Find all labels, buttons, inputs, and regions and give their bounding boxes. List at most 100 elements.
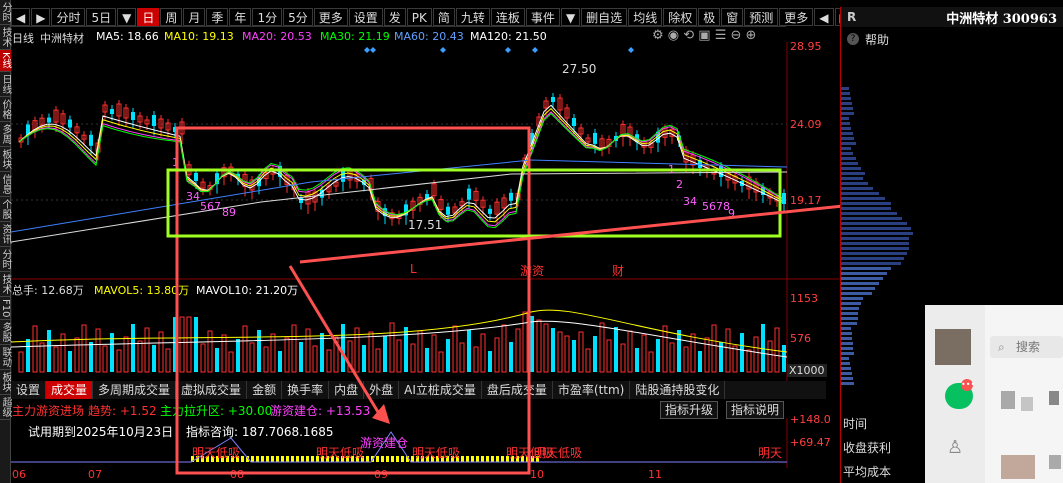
toolbar-right-item-3[interactable]: 九转: [455, 7, 490, 26]
volume-bar-down: [131, 324, 135, 372]
left-tab-11[interactable]: 技术: [0, 272, 11, 297]
indicator-tab-9[interactable]: 盘后成交量: [482, 381, 553, 399]
volume-bar-up: [683, 346, 689, 373]
toolbar-left-item-2[interactable]: 分时: [51, 7, 86, 26]
toolbar-left-item-3[interactable]: 5日: [86, 7, 117, 26]
left-tab-10[interactable]: 分时: [0, 247, 11, 272]
indicator-tab-0[interactable]: 设置: [11, 381, 47, 399]
indicator-tab-3[interactable]: 虚拟成交量: [176, 381, 248, 399]
indicator-explain-button[interactable]: 指标说明: [726, 401, 785, 419]
volume-bar-down: [698, 351, 702, 372]
toolbar-left-item-1[interactable]: ▶: [31, 7, 51, 26]
left-tab-5[interactable]: 多周: [0, 122, 11, 147]
indicator-upgrade-button[interactable]: 指标升级: [660, 401, 719, 419]
left-tab-3[interactable]: 日线: [0, 72, 11, 97]
volume-bar-up: [200, 343, 206, 373]
toolbar-left-item-7[interactable]: 月: [183, 7, 206, 26]
volume-bar-up: [690, 333, 696, 373]
left-tab-14[interactable]: 联动: [0, 345, 11, 371]
toolbar-right-item-6[interactable]: ▼: [560, 7, 581, 26]
left-tab-16[interactable]: 超级: [0, 395, 11, 421]
toolbar-right-item-12[interactable]: 预测: [744, 7, 779, 26]
toolbar-right-item-0[interactable]: 发: [383, 7, 406, 26]
volume-bar-down: [593, 336, 597, 372]
toolbar-left-item-9[interactable]: 年: [229, 7, 252, 26]
volume-bar-up: [221, 334, 227, 373]
volume-profile-bar: [841, 237, 909, 240]
toolbar-right-item-7[interactable]: 删自选: [581, 7, 628, 26]
volume-bar-up: [438, 351, 444, 373]
volume-profile-bar: [841, 322, 857, 325]
toolbar-left-item-10[interactable]: 1分: [252, 7, 283, 26]
toolbar-left-item-6[interactable]: 周: [160, 7, 183, 26]
toolbar-right-item-14[interactable]: ◀: [814, 7, 834, 26]
volume-profile-chart: [841, 87, 913, 385]
left-tab-9[interactable]: 资讯: [0, 222, 11, 247]
left-tab-0[interactable]: 分时: [0, 0, 11, 25]
left-tab-6[interactable]: 板块: [0, 147, 11, 172]
toolbar-right-item-1[interactable]: PK: [406, 7, 432, 26]
indicator-tab-10[interactable]: 市盈率(ttm): [553, 381, 631, 399]
left-tab-13[interactable]: 多股: [0, 320, 11, 346]
blurred-contact-3[interactable]: [1001, 455, 1035, 479]
toolbar-right-item-8[interactable]: 均线: [628, 7, 663, 26]
toolbar-left-item-4[interactable]: ▼: [117, 7, 137, 26]
indicator-tab-5[interactable]: 换手率: [282, 381, 330, 399]
toolbar-right-item-11[interactable]: 窗: [721, 7, 744, 26]
indicator-tab-8[interactable]: AI立桩成交量: [399, 381, 482, 399]
blurred-contact-4[interactable]: [1049, 391, 1059, 405]
indicator-tab-7[interactable]: 外盘: [364, 381, 400, 399]
chat-popup[interactable]: ••• ♙: [925, 305, 1063, 483]
toolbar-right-item-10[interactable]: 极: [698, 7, 721, 26]
toolbar-left-item-8[interactable]: 季: [206, 7, 229, 26]
mavol10-line: [11, 320, 788, 358]
blurred-contact-2[interactable]: [1021, 397, 1033, 411]
toolbar-left-item-5[interactable]: 日: [137, 7, 160, 26]
toolbar-right-item-5[interactable]: 事件: [525, 7, 560, 26]
toolbar-right-item-2[interactable]: 简: [432, 7, 455, 26]
toolbar-left-item-0[interactable]: ◀: [11, 7, 31, 26]
contacts-icon[interactable]: ♙: [947, 437, 963, 458]
volume-bar-up: [627, 330, 633, 373]
volume-profile-bar: [841, 227, 911, 230]
left-tab-15[interactable]: 板块: [0, 370, 11, 396]
indicator-bar: [286, 456, 289, 462]
toolbar-right-item-4[interactable]: 连板: [490, 7, 525, 26]
left-tab-12[interactable]: F10: [0, 297, 11, 321]
toolbar-right-item-9[interactable]: 除权: [663, 7, 698, 26]
td-seq-b-4: 5678: [702, 200, 730, 213]
left-tab-7[interactable]: 信息: [0, 172, 11, 197]
indicator-bar: [366, 456, 369, 462]
blurred-contact-5[interactable]: [1049, 455, 1061, 469]
toolbar-left-item-11[interactable]: 5分: [283, 7, 313, 26]
volume-profile-bar: [841, 137, 854, 140]
volume-profile-bar: [841, 262, 901, 265]
chat-icon[interactable]: •••: [945, 379, 975, 409]
price-tick-high: 28.95: [790, 40, 822, 53]
indicator-text-3: 游资建仓: [360, 436, 409, 450]
left-tab-4[interactable]: 价格: [0, 97, 11, 122]
indicator-tab-11[interactable]: 陆股通持股变化: [630, 381, 726, 399]
toolbar-right-item-13[interactable]: 更多: [779, 7, 814, 26]
left-tab-8[interactable]: 个股: [0, 197, 11, 222]
volume-bar-up: [522, 311, 528, 373]
left-tab-2[interactable]: K线: [0, 50, 11, 72]
chat-search-input[interactable]: ⌕ 搜索: [990, 336, 1063, 358]
indicator-tab-2[interactable]: 多周期成交量: [93, 381, 177, 399]
left-tab-1[interactable]: 技术: [0, 25, 11, 50]
volume-bar-up: [53, 346, 59, 373]
help-row[interactable]: ? 帮助: [841, 31, 1063, 47]
avatar[interactable]: [935, 329, 971, 365]
date-10: 10: [530, 468, 544, 481]
date-07: 07: [88, 468, 102, 481]
volume-bar-up: [81, 324, 87, 373]
chart-tool-icons[interactable]: ⚙ ◉ ⟲ ▣ ☰ ⊖ ⊕: [652, 28, 756, 43]
indicator-tab-1[interactable]: 成交量: [46, 381, 94, 399]
toolbar-left-item-12[interactable]: 更多: [313, 7, 348, 26]
indicator-tab-4[interactable]: 金额: [247, 381, 283, 399]
volume-profile-bar: [841, 347, 853, 350]
indicator-tab-6[interactable]: 内盘: [329, 381, 365, 399]
toolbar-left-item-13[interactable]: 设置: [348, 7, 383, 26]
volume-profile-bar: [841, 307, 859, 310]
blurred-contact-1[interactable]: [1001, 391, 1015, 409]
